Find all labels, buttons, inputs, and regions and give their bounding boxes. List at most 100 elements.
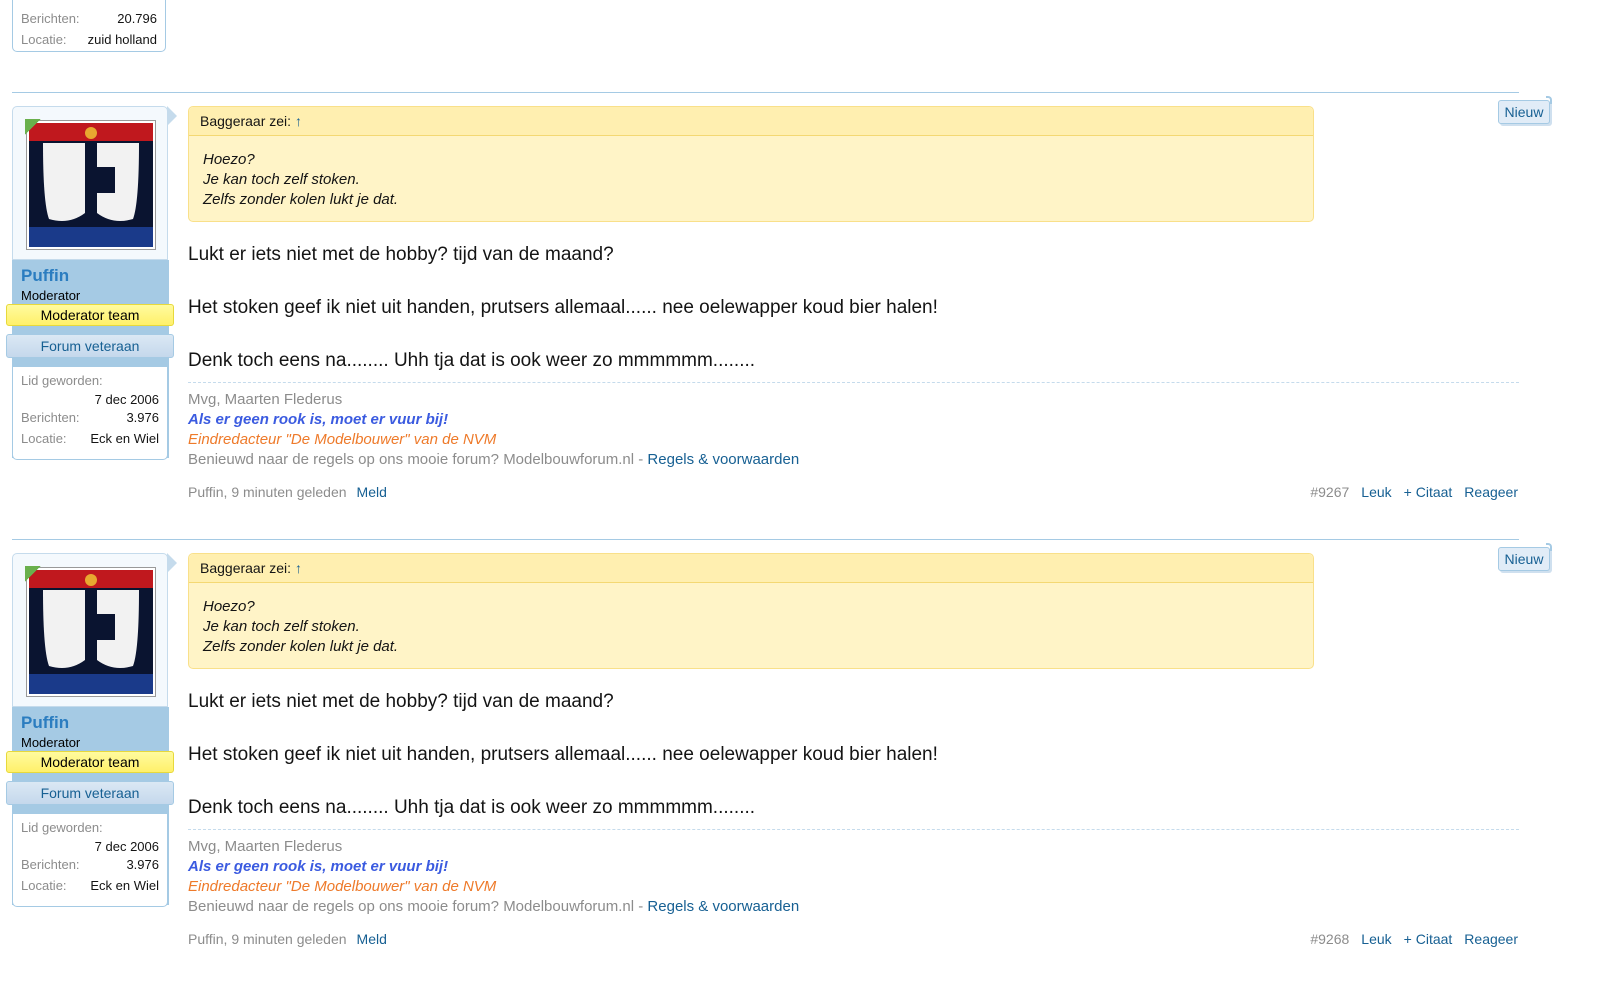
quote-line: Hoezo? xyxy=(203,151,255,168)
avatar-frame xyxy=(12,106,168,260)
location-label: Locatie: xyxy=(21,32,67,47)
messages-value: 3.976 xyxy=(126,857,159,872)
online-indicator-icon xyxy=(25,566,41,582)
moderator-team-banner: Moderator team xyxy=(6,304,174,326)
quote-link[interactable]: + Citaat xyxy=(1404,931,1453,947)
signature-role: Eindredacteur "De Modelbouwer" van de NV… xyxy=(188,878,497,895)
avatar[interactable] xyxy=(27,568,155,696)
location-row: Locatie: Eck en Wiel xyxy=(21,875,159,896)
signature-rules: Benieuwd naar de regels op ons mooie for… xyxy=(188,897,799,917)
quote-line: Je kan toch zelf stoken. xyxy=(203,171,360,188)
joined-value: 7 dec 2006 xyxy=(94,392,159,407)
user-info: Lid geworden: 7 dec 2006 Berichten: 3.97… xyxy=(12,366,168,460)
quote-line: Hoezo? xyxy=(203,598,255,615)
signature-name: Mvg, Maarten Flederus xyxy=(188,391,343,408)
reply-link[interactable]: Reageer xyxy=(1464,484,1518,500)
signature-rules: Benieuwd naar de regels op ons mooie for… xyxy=(188,450,799,470)
quote-link[interactable]: + Citaat xyxy=(1404,484,1453,500)
post-separator xyxy=(12,92,1519,93)
user-title: Moderator xyxy=(21,735,81,750)
report-link[interactable]: Meld xyxy=(357,931,387,947)
username-link[interactable]: Puffin xyxy=(21,266,69,286)
quote-header: Baggeraar zei: ↑ xyxy=(189,107,1313,136)
messages-row: Berichten: 3.976 xyxy=(21,854,159,875)
location-value: Eck en Wiel xyxy=(90,431,159,446)
avatar[interactable] xyxy=(27,121,155,249)
message-line: Denk toch eens na........ Uhh tja dat is… xyxy=(188,797,756,818)
rules-link[interactable]: Regels & voorwaarden xyxy=(647,451,799,468)
forum-veteran-banner: Forum veteraan xyxy=(6,781,174,805)
post-meta: Puffin, 9 minuten geleden Meld xyxy=(188,484,387,500)
messages-value: 20.796 xyxy=(117,11,157,26)
new-badge[interactable]: Nieuw xyxy=(1498,96,1552,124)
post-meta: Puffin, 9 minuten geleden Meld xyxy=(188,931,387,947)
location-label: Locatie: xyxy=(21,878,67,893)
quote-body: Hoezo? Je kan toch zelf stoken. Zelfs zo… xyxy=(189,583,1313,657)
post-actions: #9268 Leuk + Citaat Reageer xyxy=(1298,931,1518,947)
messages-label: Berichten: xyxy=(21,857,80,872)
quote-jump-icon[interactable]: ↑ xyxy=(295,560,302,576)
signature-rules-text: Benieuwd naar de regels op ons mooie for… xyxy=(188,898,648,915)
signature-motto: Als er geen rook is, moet er vuur bij! xyxy=(188,858,449,875)
post-actions: #9267 Leuk + Citaat Reageer xyxy=(1298,484,1518,500)
quote-author: Baggeraar zei: xyxy=(200,113,292,129)
quote-header: Baggeraar zei: ↑ xyxy=(189,554,1313,583)
signature-rules-text: Benieuwd naar de regels op ons mooie for… xyxy=(188,451,648,468)
quote-line: Zelfs zonder kolen lukt je dat. xyxy=(203,191,399,208)
joined-label: Lid geworden: xyxy=(21,373,103,388)
avatar-logo-icon xyxy=(29,123,153,247)
location-value: Eck en Wiel xyxy=(90,878,159,893)
joined-label: Lid geworden: xyxy=(21,820,103,835)
joined-row: Lid geworden: 7 dec 2006 xyxy=(21,373,159,407)
quote-block: Baggeraar zei: ↑ Hoezo? Je kan toch zelf… xyxy=(188,106,1314,222)
new-badge[interactable]: Nieuw xyxy=(1498,543,1552,571)
quote-jump-icon[interactable]: ↑ xyxy=(295,113,302,129)
message-line: Het stoken geef ik niet uit handen, prut… xyxy=(188,297,938,318)
previous-post-user-info: Berichten: 20.796 Locatie: zuid holland xyxy=(12,0,166,52)
user-info: Lid geworden: 7 dec 2006 Berichten: 3.97… xyxy=(12,813,168,907)
forum-post: Nieuw Puffin Moderator Moderator team Fo… xyxy=(0,92,1600,538)
joined-value: 7 dec 2006 xyxy=(94,839,159,854)
online-indicator-icon xyxy=(25,119,41,135)
messages-value: 3.976 xyxy=(126,410,159,425)
messages-row: Berichten: 20.796 xyxy=(21,8,157,29)
joined-row: Lid geworden: 7 dec 2006 xyxy=(21,820,159,854)
forum-veteran-banner: Forum veteraan xyxy=(6,334,174,358)
quote-body: Hoezo? Je kan toch zelf stoken. Zelfs zo… xyxy=(189,136,1313,210)
username-link[interactable]: Puffin xyxy=(21,713,69,733)
quote-line: Zelfs zonder kolen lukt je dat. xyxy=(203,638,399,655)
messages-label: Berichten: xyxy=(21,11,80,26)
message-line: Het stoken geef ik niet uit handen, prut… xyxy=(188,744,938,765)
message-line: Lukt er iets niet met de hobby? tijd van… xyxy=(188,691,614,712)
messages-label: Berichten: xyxy=(21,410,80,425)
quote-line: Je kan toch zelf stoken. xyxy=(203,618,360,635)
signature-motto: Als er geen rook is, moet er vuur bij! xyxy=(188,411,449,428)
message-line: Denk toch eens na........ Uhh tja dat is… xyxy=(188,350,756,371)
post-author-time[interactable]: Puffin, 9 minuten geleden xyxy=(188,484,347,500)
post-number-link[interactable]: #9267 xyxy=(1310,484,1349,500)
quote-author: Baggeraar zei: xyxy=(200,560,292,576)
reply-link[interactable]: Reageer xyxy=(1464,931,1518,947)
avatar-logo-icon xyxy=(29,570,153,694)
signature-name: Mvg, Maarten Flederus xyxy=(188,838,343,855)
quote-block: Baggeraar zei: ↑ Hoezo? Je kan toch zelf… xyxy=(188,553,1314,669)
report-link[interactable]: Meld xyxy=(357,484,387,500)
post-author-time[interactable]: Puffin, 9 minuten geleden xyxy=(188,931,347,947)
post-number-link[interactable]: #9268 xyxy=(1310,931,1349,947)
signature-role: Eindredacteur "De Modelbouwer" van de NV… xyxy=(188,431,497,448)
signature-divider xyxy=(188,829,1519,830)
moderator-team-banner: Moderator team xyxy=(6,751,174,773)
location-label: Locatie: xyxy=(21,431,67,446)
location-row: Locatie: Eck en Wiel xyxy=(21,428,159,449)
forum-post: Nieuw Puffin Moderator Moderator team Fo… xyxy=(0,539,1600,985)
message-line: Lukt er iets niet met de hobby? tijd van… xyxy=(188,244,614,265)
like-link[interactable]: Leuk xyxy=(1361,931,1391,947)
user-title: Moderator xyxy=(21,288,81,303)
post-separator xyxy=(12,539,1519,540)
like-link[interactable]: Leuk xyxy=(1361,484,1391,500)
avatar-frame xyxy=(12,553,168,707)
location-row: Locatie: zuid holland xyxy=(21,29,157,50)
signature-divider xyxy=(188,382,1519,383)
location-value: zuid holland xyxy=(87,32,157,47)
rules-link[interactable]: Regels & voorwaarden xyxy=(647,898,799,915)
